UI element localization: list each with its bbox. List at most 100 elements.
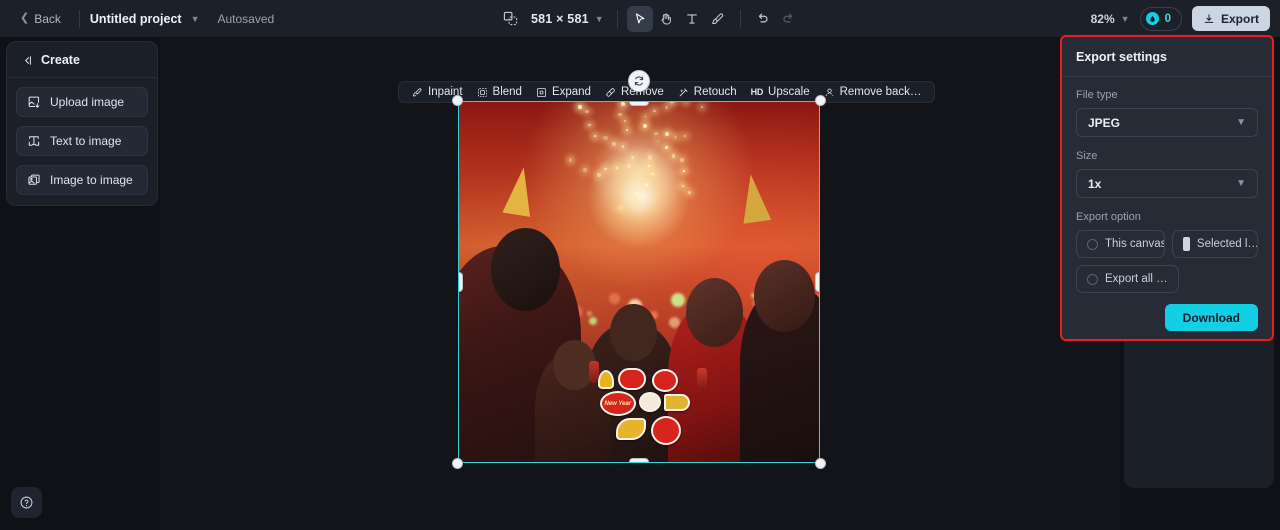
tool-label: Blend bbox=[492, 86, 522, 98]
hd-upscale-button[interactable]: HD Upscale bbox=[744, 83, 817, 101]
toolbar-separator-2 bbox=[739, 9, 741, 28]
option-label: This canvas bbox=[1105, 238, 1165, 250]
hd-upscale-icon: HD bbox=[750, 87, 764, 97]
chevron-down-icon: ▼ bbox=[1236, 117, 1246, 128]
sidebar-item-label: Image to image bbox=[50, 173, 133, 187]
download-button[interactable]: Download bbox=[1164, 304, 1258, 331]
download-row: Download bbox=[1076, 304, 1258, 331]
remove-background-icon bbox=[824, 87, 835, 98]
sticker-cluster[interactable]: New Year bbox=[596, 368, 706, 453]
radio-icon bbox=[1087, 273, 1098, 285]
toolbar-separator bbox=[616, 9, 618, 28]
header-center-toolbar: 581 × 581 ▼ bbox=[497, 0, 802, 37]
retouch-button[interactable]: Retouch bbox=[671, 83, 744, 101]
image-to-image-icon bbox=[27, 173, 41, 187]
remove-icon bbox=[605, 87, 616, 98]
resize-handle-left[interactable] bbox=[459, 272, 463, 292]
zoom-level: 82% bbox=[1090, 11, 1115, 26]
header-left-group: ❮ Back Untitled project ▼ Autosaved bbox=[0, 8, 274, 30]
canvas-workspace[interactable]: Inpaint Blend Expand Remove Retouch HD U… bbox=[160, 37, 1120, 530]
person-center-head bbox=[610, 303, 657, 362]
canvas-size-value[interactable]: 581 × 581 bbox=[531, 12, 589, 26]
canvas-size-chevron-down-icon[interactable]: ▼ bbox=[595, 14, 604, 24]
person-right-red-head bbox=[685, 278, 744, 347]
resize-handle-top[interactable] bbox=[629, 102, 649, 106]
sidebar-item-image-to-image[interactable]: Image to image bbox=[16, 165, 148, 195]
export-option-selected-layer[interactable]: Selected l… bbox=[1171, 230, 1258, 258]
credits-count: 0 bbox=[1164, 12, 1171, 25]
option-label: Export all … bbox=[1105, 273, 1168, 285]
size-select[interactable]: 1x ▼ bbox=[1076, 169, 1258, 198]
resize-handle-bottom-right[interactable] bbox=[815, 458, 826, 469]
resize-handle-top-left[interactable] bbox=[452, 95, 463, 106]
collapse-panel-icon[interactable] bbox=[20, 54, 33, 67]
undo-button[interactable] bbox=[750, 6, 776, 32]
sidebar-item-text-to-image[interactable]: Text to image bbox=[16, 126, 148, 156]
sticker-popper-2 bbox=[663, 394, 690, 412]
canvas-size-icon[interactable] bbox=[497, 6, 523, 32]
header-right-group: 82% ▼ 0 Export bbox=[1091, 0, 1270, 37]
blend-icon bbox=[477, 87, 488, 98]
editor-app: ❮ Back Untitled project ▼ Autosaved 581 … bbox=[0, 0, 1280, 530]
text-tool[interactable] bbox=[679, 6, 705, 32]
file-type-select[interactable]: JPEG ▼ bbox=[1076, 108, 1258, 137]
tool-label: Remove back… bbox=[839, 86, 922, 98]
radio-icon bbox=[1087, 238, 1098, 250]
chevron-left-icon: ❮ bbox=[20, 12, 30, 24]
chevron-down-icon: ▼ bbox=[1236, 178, 1246, 189]
export-option-export-all[interactable]: Export all … bbox=[1076, 265, 1179, 293]
size-label: Size bbox=[1076, 150, 1098, 162]
chevron-down-icon[interactable]: ▼ bbox=[191, 14, 200, 24]
help-button[interactable] bbox=[11, 487, 42, 518]
credits-badge[interactable]: 0 bbox=[1139, 6, 1182, 31]
brush-tool[interactable] bbox=[705, 6, 731, 32]
text-to-image-icon bbox=[27, 134, 41, 148]
help-icon bbox=[19, 495, 34, 510]
select-tool[interactable] bbox=[626, 5, 653, 32]
tool-label: Retouch bbox=[693, 86, 737, 98]
hand-tool[interactable] bbox=[653, 6, 679, 32]
resize-handle-bottom-left[interactable] bbox=[452, 458, 463, 469]
export-settings-title: Export settings bbox=[1062, 37, 1272, 77]
rotate-handle[interactable] bbox=[628, 70, 650, 92]
person-left-head bbox=[491, 228, 560, 311]
header-divider bbox=[78, 9, 80, 28]
sidebar-title: Create bbox=[41, 53, 80, 67]
resize-handle-bottom[interactable] bbox=[629, 458, 649, 462]
export-option-row-2: Export all … bbox=[1076, 265, 1258, 293]
file-type-label: File type bbox=[1076, 89, 1118, 101]
back-button[interactable]: ❮ Back bbox=[12, 8, 69, 30]
export-settings-body: File type JPEG ▼ Size 1x ▼ Export option… bbox=[1062, 77, 1272, 331]
redo-button[interactable] bbox=[776, 6, 802, 32]
selected-image-frame[interactable]: New Year bbox=[452, 70, 826, 469]
export-option-label: Export option bbox=[1076, 211, 1141, 223]
resize-handle-top-right[interactable] bbox=[815, 95, 826, 106]
sidebar-item-label: Text to image bbox=[50, 134, 122, 148]
sidebar-header: Create bbox=[7, 42, 157, 78]
top-header: ❮ Back Untitled project ▼ Autosaved 581 … bbox=[0, 0, 1280, 37]
tool-label: Upscale bbox=[768, 86, 810, 98]
create-sidebar: Create Upload image Text to image Image … bbox=[6, 41, 158, 206]
file-type-value: JPEG bbox=[1088, 115, 1121, 130]
blend-button[interactable]: Blend bbox=[470, 83, 529, 101]
tool-label: Expand bbox=[551, 86, 591, 98]
sticker-firework-2 bbox=[650, 416, 681, 446]
sticker-party-hat bbox=[597, 370, 614, 390]
option-label: Selected l… bbox=[1196, 238, 1258, 250]
remove-background-button[interactable]: Remove back… bbox=[817, 83, 929, 101]
image-actions-toolbar: Inpaint Blend Expand Remove Retouch HD U… bbox=[398, 81, 936, 103]
selection-box[interactable]: New Year bbox=[458, 101, 820, 463]
zoom-control[interactable]: 82% ▼ bbox=[1091, 12, 1130, 26]
sidebar-item-upload-image[interactable]: Upload image bbox=[16, 87, 148, 117]
resize-handle-right[interactable] bbox=[815, 272, 819, 292]
expand-button[interactable]: Expand bbox=[529, 83, 598, 101]
expand-icon bbox=[536, 87, 547, 98]
download-icon bbox=[1203, 13, 1215, 25]
export-option-this-canvas[interactable]: This canvas bbox=[1076, 230, 1165, 258]
firework-glow bbox=[584, 141, 694, 252]
autosave-status: Autosaved bbox=[217, 11, 275, 26]
zoom-chevron-down-icon: ▼ bbox=[1120, 13, 1130, 24]
export-button[interactable]: Export bbox=[1191, 6, 1270, 31]
retouch-icon bbox=[678, 87, 689, 98]
project-name[interactable]: Untitled project bbox=[90, 12, 182, 26]
